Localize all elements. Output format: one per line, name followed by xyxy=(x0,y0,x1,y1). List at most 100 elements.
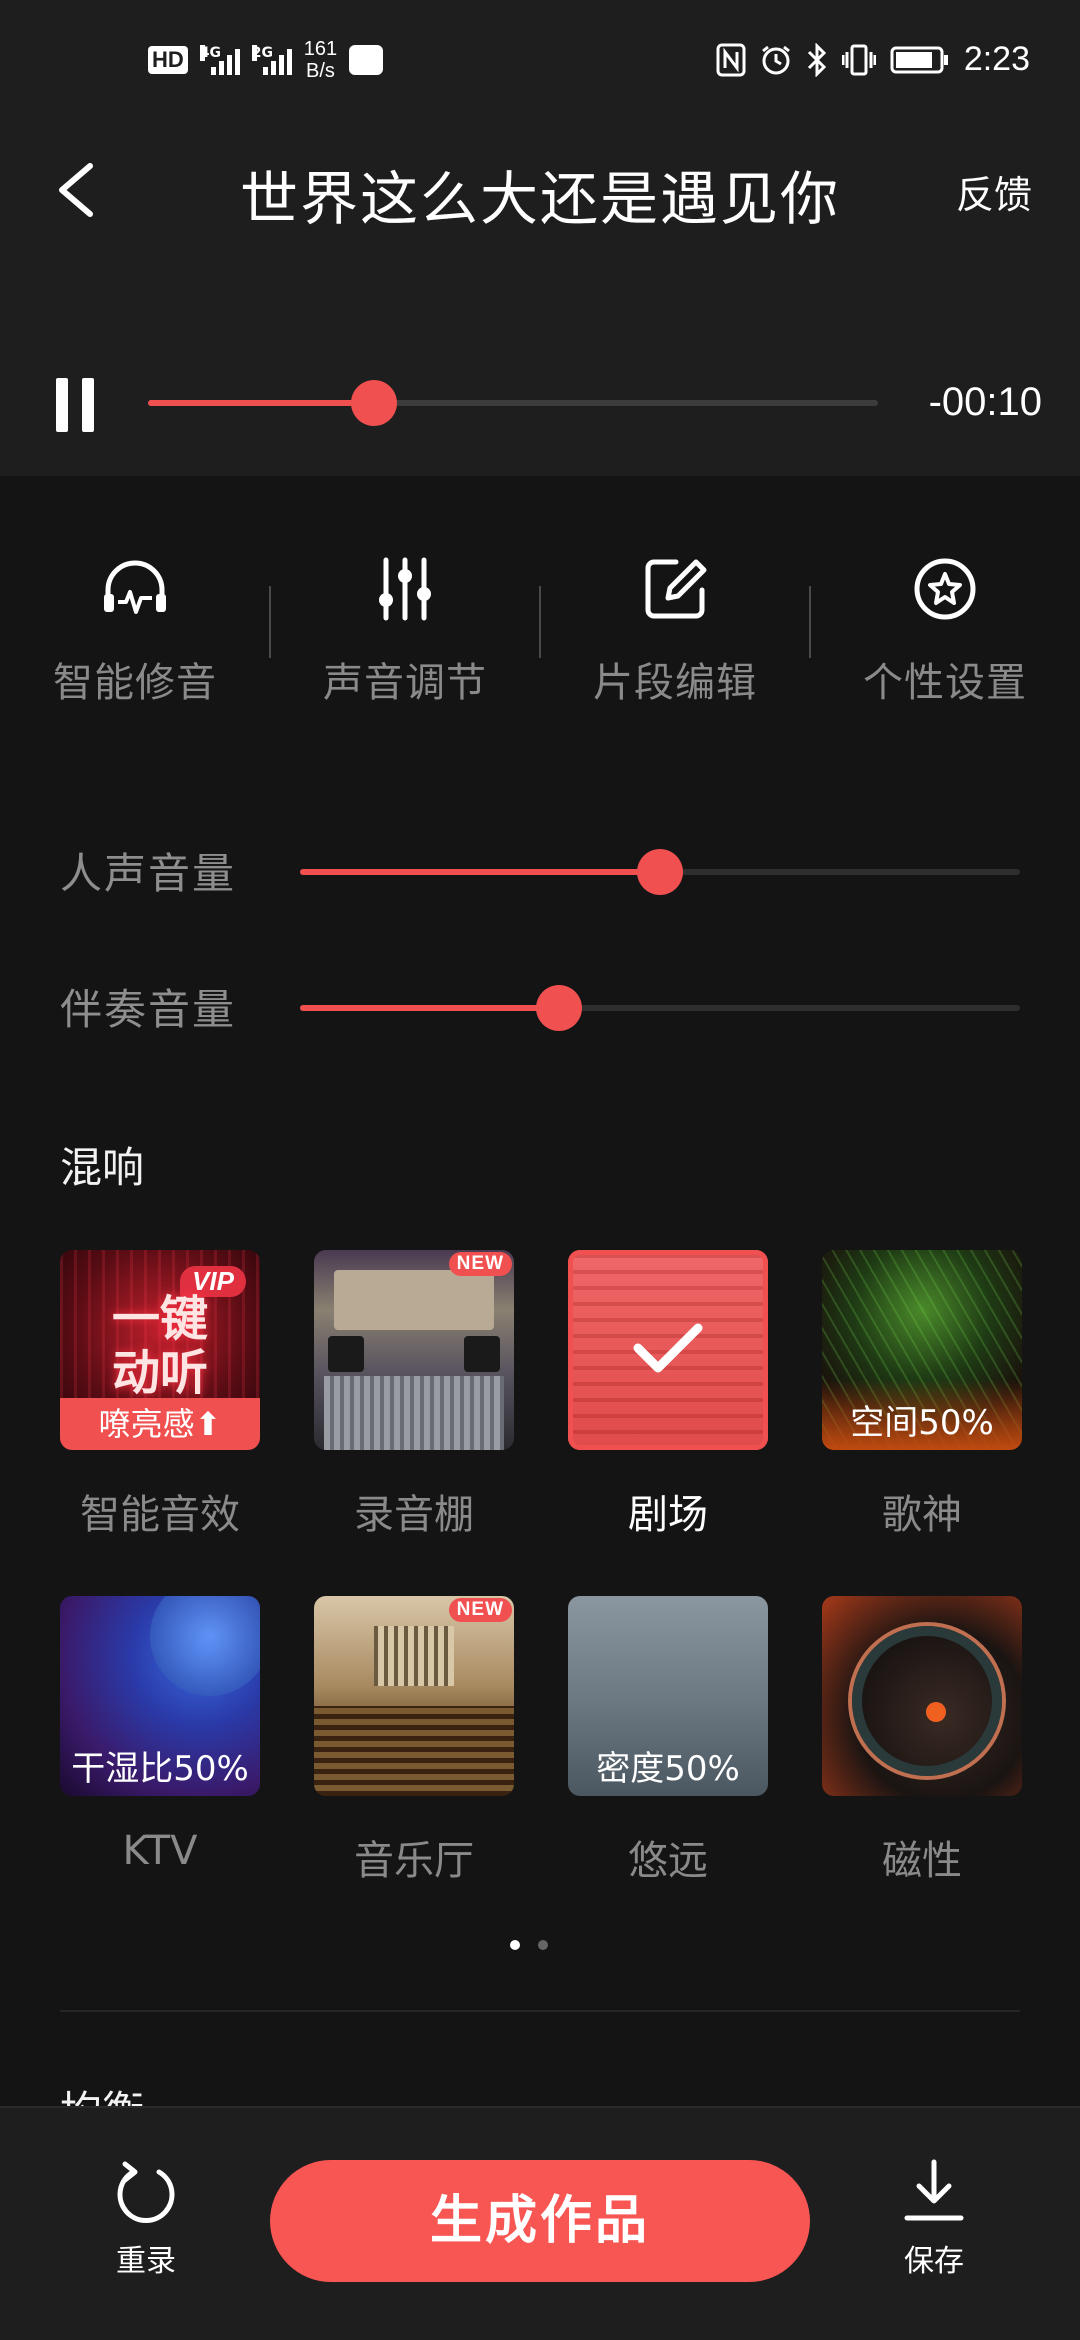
sim1-network-type: 4G xyxy=(199,45,222,61)
playback-progress-handle[interactable] xyxy=(351,380,398,426)
signal-sim2-icon: 2G xyxy=(251,45,292,75)
rerecord-label: 重录 xyxy=(116,2244,176,2279)
effect-studio[interactable]: NEW 录音棚 xyxy=(314,1250,514,1538)
effect-label: 歌神 xyxy=(882,1492,962,1538)
accompaniment-volume-fill xyxy=(300,1005,560,1011)
download-icon xyxy=(904,2159,964,2221)
effect-label: 智能音效 xyxy=(80,1492,240,1538)
tool-label: 智能修音 xyxy=(53,660,217,706)
rerecord-button[interactable]: 重录 xyxy=(86,2156,206,2280)
effect-label: 音乐厅 xyxy=(354,1838,474,1884)
edit-icon xyxy=(645,559,707,619)
headphones-wave-icon xyxy=(104,560,166,614)
tool-clip-edit[interactable]: 片段编辑 xyxy=(539,540,810,710)
save-button[interactable]: 保存 xyxy=(874,2156,994,2280)
orchestra-seats xyxy=(314,1706,514,1796)
effect-thumb-title-line1: 一键 xyxy=(111,1291,208,1347)
nav-bar: 世界这么大还是遇见你 反馈 xyxy=(0,140,1080,240)
sim2-network-type: 2G xyxy=(251,45,274,61)
effect-ktv[interactable]: 干湿比50% KTV xyxy=(60,1596,260,1874)
microphone-light xyxy=(926,1702,946,1722)
tool-label: 声音调节 xyxy=(323,660,487,706)
effect-thumb-bar: 嘹亮感⬆ xyxy=(60,1398,260,1450)
effect-thumb: 空间50% xyxy=(822,1250,1022,1450)
effect-thumb-title-line2: 动听 xyxy=(111,1345,208,1401)
effect-theater[interactable]: 剧场 xyxy=(568,1250,768,1538)
tool-label: 片段编辑 xyxy=(593,660,757,706)
equalizer-section-title: 均衡 xyxy=(60,2078,144,2108)
effect-label: KTV xyxy=(122,1828,198,1874)
disco-ball xyxy=(150,1596,260,1696)
star-badge-icon xyxy=(914,558,976,620)
studio-wall xyxy=(334,1270,494,1330)
tool-divider xyxy=(809,586,811,658)
pause-icon[interactable] xyxy=(56,378,96,432)
vocal-volume-row: 人声音量 xyxy=(0,832,1080,912)
effect-thumb: NEW xyxy=(314,1250,514,1450)
refresh-icon xyxy=(117,2161,175,2223)
remaining-time: -00:10 xyxy=(928,380,1042,424)
effect-thumb: VIP 一键 动听 嘹亮感⬆ xyxy=(60,1250,260,1450)
new-badge: NEW xyxy=(448,1598,512,1622)
accompaniment-volume-label: 伴奏音量 xyxy=(60,985,237,1034)
bluetooth-icon xyxy=(807,42,826,77)
app-store-notification-icon xyxy=(349,45,384,75)
section-divider xyxy=(60,2010,1020,2012)
effect-smart[interactable]: VIP 一键 动听 嘹亮感⬆ 智能音效 xyxy=(60,1250,260,1538)
signal-sim1-icon: 4G xyxy=(199,45,240,75)
mixing-console xyxy=(324,1376,504,1450)
generate-work-button[interactable]: 生成作品 xyxy=(270,2160,810,2282)
hd-badge: HD xyxy=(148,46,188,74)
network-speed-unit: B/s xyxy=(306,60,335,82)
bottom-action-bar: 重录 生成作品 保存 xyxy=(0,2106,1080,2340)
status-clock: 2:23 xyxy=(963,40,1030,78)
effect-thumb-text: 空间50% xyxy=(850,1403,994,1443)
tool-sound-adjust[interactable]: 声音调节 xyxy=(269,540,540,710)
effect-thumb-text: 密度50% xyxy=(596,1749,740,1789)
status-left: HD 4G 2G 161 B/s xyxy=(148,38,384,82)
effect-magnetic[interactable]: 磁性 xyxy=(822,1596,1022,1884)
vocal-volume-slider[interactable] xyxy=(300,849,1020,895)
tool-smart-tune[interactable]: 智能修音 xyxy=(0,540,270,710)
effect-label: 磁性 xyxy=(882,1838,962,1884)
feedback-button[interactable]: 反馈 xyxy=(956,164,1032,219)
network-speed-value: 161 xyxy=(303,38,338,60)
accompaniment-volume-slider[interactable] xyxy=(300,985,1020,1031)
effect-label: 悠远 xyxy=(628,1838,708,1884)
status-right: 2:23 xyxy=(716,40,1030,79)
effect-thumb: 密度50% xyxy=(568,1596,768,1796)
battery-icon xyxy=(890,46,948,73)
song-title: 世界这么大还是遇见你 xyxy=(239,165,840,233)
save-label: 保存 xyxy=(904,2244,964,2279)
playback-progress-fill xyxy=(148,400,375,406)
effect-thumb: NEW xyxy=(314,1596,514,1796)
studio-monitor-right xyxy=(464,1336,500,1372)
effect-distant[interactable]: 密度50% 悠远 xyxy=(568,1596,768,1884)
effect-thumb: 干湿比50% xyxy=(60,1596,260,1796)
effect-thumb xyxy=(568,1250,768,1450)
checkmark-icon xyxy=(633,1323,703,1373)
microphone-grille xyxy=(852,1626,1002,1776)
nfc-icon xyxy=(716,43,746,76)
tool-label: 个性设置 xyxy=(863,660,1027,706)
tool-tabs: 智能修音 声音调节 片段编辑 个性设置 xyxy=(0,540,1080,710)
vocal-volume-fill xyxy=(300,869,660,875)
accompaniment-volume-handle[interactable] xyxy=(536,985,583,1031)
effect-label: 剧场 xyxy=(628,1492,708,1538)
effect-thumb xyxy=(822,1596,1022,1796)
playback-progress-bar[interactable] xyxy=(148,380,878,426)
status-bar: HD 4G 2G 161 B/s 2:23 xyxy=(0,0,1080,130)
accompaniment-volume-row: 伴奏音量 xyxy=(0,968,1080,1048)
effect-concert-hall[interactable]: NEW 音乐厅 xyxy=(314,1596,514,1884)
effect-singer-god[interactable]: 空间50% 歌神 xyxy=(822,1250,1022,1538)
organ-pipes xyxy=(374,1626,454,1686)
tool-divider xyxy=(269,586,271,658)
vibrate-icon xyxy=(841,44,876,75)
tool-personal-settings[interactable]: 个性设置 xyxy=(809,540,1080,710)
vocal-volume-label: 人声音量 xyxy=(60,849,237,898)
effect-thumb-text: 干湿比50% xyxy=(71,1749,249,1789)
vocal-volume-handle[interactable] xyxy=(637,849,683,895)
effect-thumb-title: 一键 动听 xyxy=(60,1292,260,1400)
alarm-icon xyxy=(761,45,790,74)
network-speed: 161 B/s xyxy=(304,38,337,82)
